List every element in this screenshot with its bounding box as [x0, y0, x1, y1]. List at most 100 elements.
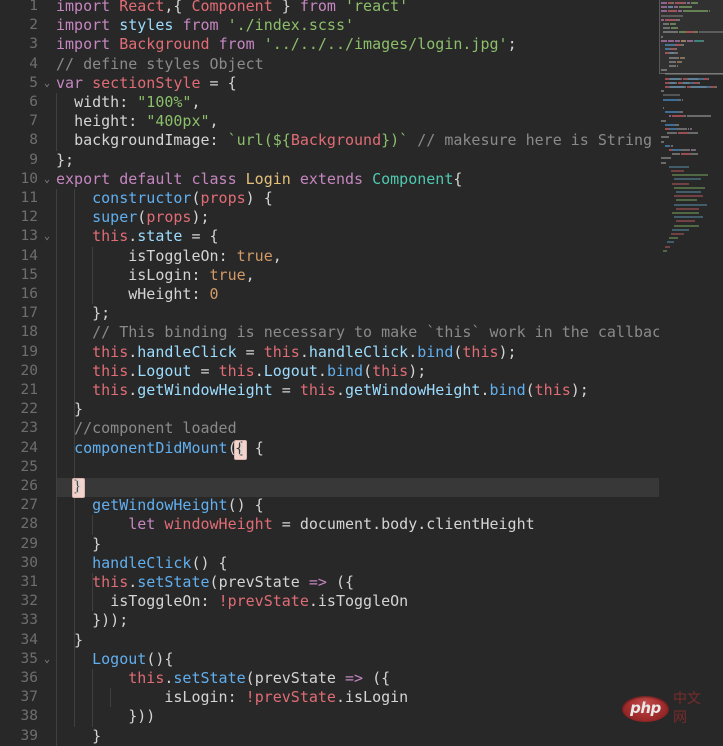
- code-line: }: [56, 726, 102, 745]
- line-number: 38: [20, 708, 38, 725]
- line-number: 11: [20, 190, 38, 206]
- line-number: 25: [20, 458, 38, 475]
- code-line: import React,{ Component } from 'react': [56, 0, 409, 15]
- line-number: 5: [29, 74, 38, 91]
- code-line: isToggleOn: !prevState.isToggleOn: [110, 592, 409, 611]
- line-number: 22: [20, 401, 38, 418]
- minimap-line: [670, 233, 684, 235]
- code-line: import styles from './index.scss': [56, 16, 355, 35]
- code-line: };: [56, 304, 111, 323]
- minimap-line: [674, 216, 703, 219]
- line-number: 7: [29, 113, 38, 130]
- line-number: 15: [20, 266, 38, 283]
- code-line: componentDidMount() {: [74, 438, 264, 457]
- minimap-line: [676, 199, 698, 202]
- minimap-line: [661, 119, 666, 122]
- php-logo-text: php: [630, 699, 661, 718]
- minimap-line: [672, 174, 709, 177]
- minimap-line: [661, 90, 664, 93]
- line-number: 33: [20, 612, 38, 629]
- minimap[interactable]: [659, 0, 723, 741]
- minimap-line: [699, 115, 712, 118]
- minimap-line: [678, 128, 687, 130]
- minimap-line: [683, 115, 686, 118]
- php-watermark-suffix: 中文网: [672, 690, 701, 726]
- minimap-line: [681, 153, 691, 156]
- code-line: }: [56, 400, 84, 419]
- minimap-line: [698, 81, 700, 84]
- line-number: 3: [29, 36, 38, 53]
- fold-chevron-icon[interactable]: ⌄: [41, 650, 53, 669]
- minimap-line: [672, 182, 690, 185]
- code-line: handleClick() {: [92, 553, 228, 572]
- minimap-line: [666, 132, 677, 135]
- code-line: let windowHeight = document.body.clientH…: [128, 515, 535, 534]
- php-logo-icon: php: [622, 696, 669, 722]
- code-line: }));: [56, 611, 129, 630]
- line-number: 20: [20, 362, 38, 379]
- minimap-line: [674, 224, 699, 227]
- minimap-line: [662, 94, 680, 97]
- minimap-line: [688, 132, 699, 135]
- code-line: };: [56, 150, 75, 169]
- minimap-line: [686, 115, 695, 118]
- minimap-line: [669, 128, 678, 130]
- minimap-line: [679, 98, 681, 101]
- minimap-line: [691, 86, 706, 88]
- minimap-line: [715, 86, 718, 88]
- minimap-line: [662, 98, 680, 101]
- line-number: 2: [29, 17, 38, 34]
- code-line: this.Logout = this.Logout.bind(this);: [92, 361, 427, 380]
- line-number: 29: [20, 535, 38, 552]
- line-number: 35: [20, 650, 38, 667]
- fold-chevron-icon[interactable]: ⌄: [41, 170, 53, 189]
- line-number: 30: [20, 554, 38, 571]
- code-line: wHeight: 0: [128, 285, 219, 303]
- code-line: })): [56, 707, 156, 726]
- code-line: constructor(props) {: [92, 189, 273, 207]
- line-number: 1: [29, 0, 38, 14]
- minimap-viewport-slider[interactable]: [659, 0, 723, 74]
- code-line: }: [74, 477, 84, 495]
- code-line: this.setState(prevState => ({: [92, 573, 355, 591]
- minimap-line: [661, 140, 664, 143]
- code-line: Logout(){: [92, 649, 174, 668]
- minimap-line: [664, 123, 676, 126]
- fold-chevron-icon[interactable]: ⌄: [41, 74, 53, 93]
- code-line: this.setState(prevState => ({: [128, 669, 391, 687]
- minimap-line: [672, 212, 699, 214]
- minimap-line: [679, 111, 683, 114]
- code-content[interactable]: import React,{ Component } from 'react' i…: [56, 0, 723, 745]
- minimap-line: [662, 249, 667, 252]
- minimap-line: [674, 203, 707, 206]
- line-number: 12: [20, 209, 38, 226]
- minimap-line: [661, 136, 669, 139]
- minimap-line: [679, 132, 688, 135]
- code-line: this.handleClick = this.handleClick.bind…: [92, 342, 517, 361]
- code-line: import Background from '../../../images/…: [56, 35, 517, 54]
- minimap-line: [676, 220, 696, 223]
- line-number: 32: [20, 593, 38, 610]
- code-line: }: [56, 630, 84, 649]
- minimap-line: [674, 195, 703, 198]
- minimap-line: [669, 86, 684, 88]
- line-number: 23: [20, 420, 38, 437]
- code-line: isLogin: true,: [128, 265, 255, 284]
- minimap-line: [669, 77, 680, 80]
- code-line: width: "100%",: [74, 93, 201, 111]
- code-editor[interactable]: {} 1 2 3 4 5 ⌄ 6 7 8 9 10 ⌄ 11 12 13 ⌄ 14 15 16 17 18 19 20 21 2…: [0, 0, 723, 746]
- line-number: 24: [20, 439, 38, 456]
- fold-chevron-icon[interactable]: ⌄: [41, 227, 53, 246]
- line-number: 10: [20, 170, 38, 187]
- minimap-line: [683, 86, 686, 88]
- minimap-line: [687, 77, 699, 80]
- line-number-gutter[interactable]: 1 2 3 4 5 ⌄ 6 7 8 9 10 ⌄ 11 12 13 ⌄ 14 15 16 17 18 19 20 21 22 23…: [0, 0, 56, 744]
- minimap-line: [689, 128, 693, 130]
- minimap-line: [676, 132, 678, 135]
- code-line: export default class Login extends Compo…: [56, 169, 463, 188]
- line-number: 6: [29, 94, 38, 110]
- line-number: 13: [20, 228, 38, 245]
- line-number: 17: [20, 305, 38, 322]
- line-number: 31: [20, 574, 38, 590]
- minimap-line: [672, 228, 690, 231]
